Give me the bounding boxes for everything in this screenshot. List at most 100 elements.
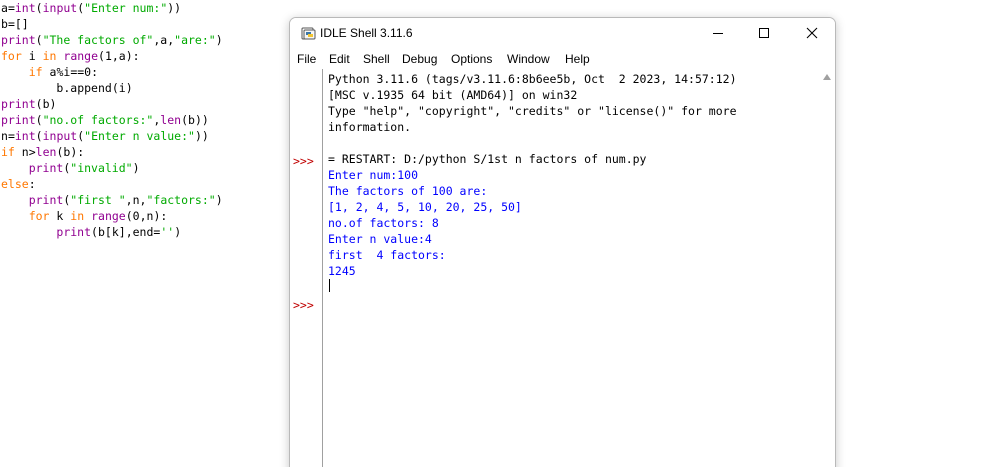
code-token: b — [188, 113, 195, 127]
code-token: [ — [104, 225, 112, 239]
window-title: IDLE Shell 3.11.6 — [320, 26, 413, 40]
shell-line: 1245 — [328, 264, 356, 278]
code-token: , — [125, 193, 133, 207]
shell-prompt: >>> — [293, 154, 314, 168]
code-token: = — [7, 129, 15, 143]
code-token: end — [132, 225, 154, 239]
shell-line: The factors of 100 are: — [328, 184, 488, 198]
menu-shell[interactable]: Shell — [363, 51, 390, 67]
python-idle-icon — [301, 27, 316, 40]
code-token: print — [56, 225, 92, 239]
code-token: =[] — [7, 17, 29, 31]
code-token: ) — [215, 193, 223, 207]
shell-line: information. — [328, 120, 412, 134]
code-token: )) — [167, 1, 182, 15]
code-token: ): — [125, 49, 140, 63]
code-token: = — [7, 1, 15, 15]
title-bar[interactable]: IDLE Shell 3.11.6 — [290, 18, 835, 49]
code-token: len — [160, 113, 182, 127]
code-token: print — [1, 97, 36, 111]
code-token: print — [28, 193, 64, 207]
code-token: in — [70, 209, 85, 223]
code-token: input — [42, 1, 78, 15]
code-line: b=[] — [1, 16, 29, 32]
code-token: ) — [174, 225, 182, 239]
code-line: for k in range(0,n): — [1, 208, 168, 224]
shell-line: first 4 factors: — [328, 248, 446, 262]
code-token: a — [1, 1, 8, 15]
minimize-button[interactable] — [695, 18, 741, 49]
code-token: ==0: — [70, 65, 99, 79]
menu-file[interactable]: File — [297, 51, 316, 67]
code-token: n — [21, 145, 29, 159]
code-token: b — [42, 97, 50, 111]
code-token: print — [1, 33, 36, 47]
code-line: if n>len(b): — [1, 144, 84, 160]
code-line: else: — [1, 176, 36, 192]
code-token: ) — [49, 97, 57, 111]
shell-line: Python 3.11.6 (tags/v3.11.6:8b6ee5b, Oct… — [328, 72, 737, 86]
code-token: print — [1, 113, 36, 127]
minimize-icon — [713, 33, 723, 34]
code-token: ( — [35, 1, 43, 15]
code-token: b — [97, 225, 105, 239]
code-token: )) — [194, 113, 209, 127]
code-line: n=int(input("Enter n value:")) — [1, 128, 209, 144]
close-icon — [806, 27, 818, 39]
menu-options[interactable]: Options — [451, 51, 492, 67]
shell-output[interactable]: Python 3.11.6 (tags/v3.11.6:8b6ee5b, Oct… — [323, 69, 815, 467]
code-token: i — [28, 49, 36, 63]
code-token: if — [28, 65, 43, 79]
shell-line: Enter num:100 — [328, 168, 419, 182]
code-token: "factors:" — [146, 193, 216, 207]
menu-debug[interactable]: Debug — [402, 51, 437, 67]
shell-line: no.of factors: 8 — [328, 216, 439, 230]
scroll-up-arrow-icon[interactable] — [823, 74, 831, 80]
code-editor[interactable]: a=int(input("Enter num:")) b=[] print("The… — [1, 0, 286, 467]
code-token: : — [28, 177, 36, 191]
text-cursor — [329, 279, 330, 292]
idle-shell-window: IDLE Shell 3.11.6 File Edit Shell Debug … — [289, 17, 836, 467]
menu-edit[interactable]: Edit — [329, 51, 350, 67]
code-token: (1, — [98, 49, 119, 63]
close-button[interactable] — [789, 18, 835, 49]
code-token: a — [118, 49, 126, 63]
code-token: ) — [132, 161, 140, 175]
code-token: "The factors of" — [42, 33, 154, 47]
code-token: "first " — [70, 193, 126, 207]
code-line: if a%i==0: — [1, 64, 98, 80]
shell-line: = RESTART: D:/python S/1st n factors of … — [328, 152, 647, 166]
code-token: ) — [125, 81, 133, 95]
menu-help[interactable]: Help — [565, 51, 590, 67]
code-line: print("The factors of",a,"are:") — [1, 32, 223, 48]
code-token: ( — [181, 113, 188, 127]
code-token: "Enter n value:" — [84, 129, 195, 143]
code-token: "invalid" — [70, 161, 133, 175]
code-token: len — [35, 145, 57, 159]
code-token: ( — [35, 129, 43, 143]
code-token: else — [1, 177, 29, 191]
code-line: for i in range(1,a): — [1, 48, 140, 64]
code-token: n — [132, 193, 140, 207]
code-token: ], — [118, 225, 133, 239]
code-token: if — [1, 145, 15, 159]
vertical-scrollbar[interactable] — [818, 69, 835, 467]
code-line: print("invalid") — [1, 160, 140, 176]
prompt-gutter: >>> >>> — [290, 69, 323, 467]
code-token: for — [1, 49, 22, 63]
code-token: "are:" — [174, 33, 216, 47]
maximize-button[interactable] — [741, 18, 787, 49]
menu-window[interactable]: Window — [507, 51, 550, 67]
code-token: input — [42, 129, 78, 143]
code-token: range — [91, 209, 126, 223]
code-token: n — [1, 129, 8, 143]
code-token: > — [28, 145, 36, 159]
